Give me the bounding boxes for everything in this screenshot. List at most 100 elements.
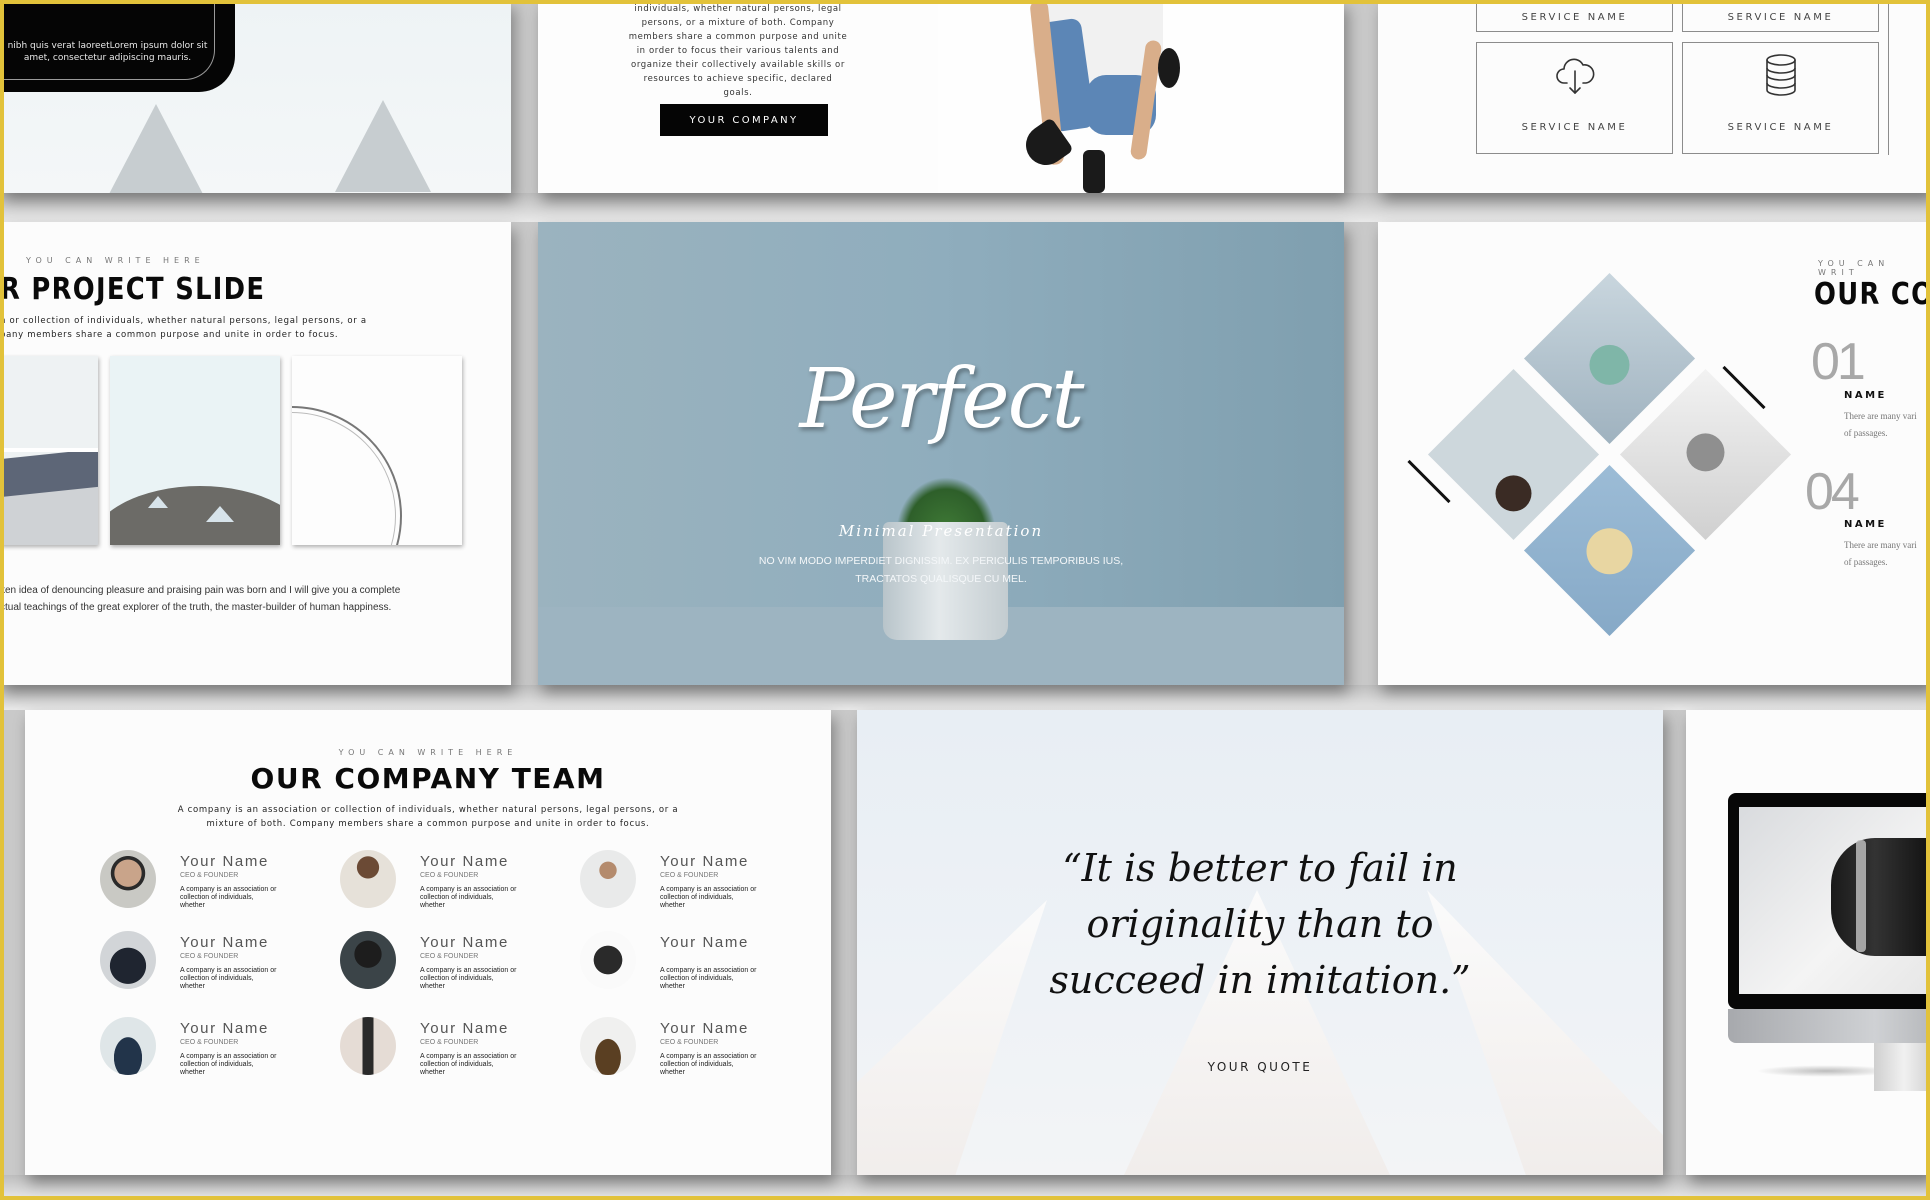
person-photo (938, 0, 1344, 193)
member-role: CEO & FOUNDER (660, 1039, 719, 1046)
entry-desc: of passages. (1844, 557, 1888, 567)
quote-author: YOUR QUOTE (1207, 1060, 1313, 1074)
entry-number: 01 (1811, 333, 1866, 391)
camera-lens-image (1831, 838, 1930, 956)
entry-desc: There are many vari (1844, 411, 1917, 421)
team-member-card[interactable]: Your Name CEO & FOUNDER A company is an … (580, 850, 780, 912)
entry-name: NAME (1844, 390, 1887, 401)
service-card[interactable]: SERVICE NAME (1476, 0, 1673, 32)
project-body-line: ctual teachings of the great explorer of… (0, 602, 392, 613)
avatar (580, 1017, 636, 1075)
member-desc: A company is an association or collectio… (660, 886, 757, 909)
project-image-building (0, 356, 98, 545)
company-title: OUR CO (1814, 277, 1930, 312)
card-text: nibh quis verat laoreetLorem ipsum dolor… (7, 41, 208, 63)
member-name: Your Name (420, 1020, 509, 1037)
background-band (0, 193, 1930, 222)
service-card[interactable]: SERVICE NAME (1476, 42, 1673, 154)
cover-desc-line: TRACTATOS QUALISQUE CU MEL. (855, 573, 1027, 585)
team-member-card[interactable]: Your Name CEO & FOUNDER A company is an … (580, 1017, 780, 1079)
project-image-dome (110, 356, 280, 545)
slide-intro-card[interactable]: nibh quis verat laoreetLorem ipsum dolor… (0, 0, 511, 193)
camera-lens-ring (1856, 840, 1866, 952)
kicker-text: YOU CAN WRITE HERE (338, 748, 518, 757)
avatar (100, 931, 156, 989)
cover-subtitle: Minimal Presentation (838, 522, 1044, 540)
slide-company-members[interactable]: YOU CAN WRIT OUR CO 01 NAME There are ma… (1378, 222, 1930, 685)
slide-services[interactable]: SERVICE NAME SERVICE NAME SERVICE NAME S… (1378, 0, 1930, 193)
member-name: Your Name (180, 934, 269, 951)
service-label: SERVICE NAME (1521, 12, 1628, 23)
team-member-card[interactable]: Your Name CEO & FOUNDER A company is an … (100, 931, 300, 993)
service-card[interactable]: SERVICE NAME (1682, 0, 1879, 32)
project-image-ferris-wheel (292, 356, 462, 545)
quote-line: originality than to (1086, 902, 1434, 946)
member-role: CEO & FOUNDER (180, 953, 239, 960)
member-name: Your Name (180, 1020, 269, 1037)
background-band (0, 685, 1930, 710)
member-role: CEO & FOUNDER (420, 1039, 479, 1046)
kicker-text: YOU CAN WRITE HERE (26, 256, 205, 265)
project-title: R PROJECT SLIDE (0, 272, 266, 307)
project-intro-line: pany members share a common purpose and … (0, 330, 339, 340)
quote-line: succeed in imitation.” (1049, 958, 1471, 1002)
team-intro-line: A company is an association or collectio… (177, 805, 679, 815)
avatar (580, 850, 636, 908)
team-member-card[interactable]: Your Name CEO & FOUNDER A company is an … (100, 850, 300, 912)
member-desc: A company is an association or collectio… (660, 1053, 757, 1076)
member-desc: A company is an association or collectio… (180, 1053, 277, 1076)
slide-team[interactable]: YOU CAN WRITE HERE OUR COMPANY TEAM A co… (25, 710, 831, 1175)
member-name: Your Name (420, 934, 509, 951)
kicker-text: YOU CAN WRIT (1818, 259, 1890, 277)
avatar (580, 931, 636, 989)
team-member-card[interactable]: Your Name CEO & FOUNDER A company is an … (340, 850, 540, 912)
member-role: CEO & FOUNDER (660, 872, 719, 879)
service-card-edge (1888, 0, 1890, 155)
member-name: Your Name (180, 853, 269, 870)
member-name: Your Name (420, 853, 509, 870)
service-label: SERVICE NAME (1727, 122, 1834, 133)
spire-image (335, 100, 431, 192)
service-card[interactable]: SERVICE NAME (1682, 42, 1879, 154)
member-desc: A company is an association or collectio… (420, 886, 517, 909)
slide-project[interactable]: YOU CAN WRITE HERE R PROJECT SLIDE n or … (0, 222, 511, 685)
monitor-chin (1728, 1009, 1930, 1043)
slide-device-mockup[interactable] (1686, 710, 1930, 1175)
entry-number: 04 (1805, 463, 1860, 521)
entry-desc: of passages. (1844, 428, 1888, 438)
member-role: CEO & FOUNDER (180, 1039, 239, 1046)
slide-about[interactable]: individuals, whether natural persons, le… (538, 0, 1344, 193)
your-company-button[interactable]: YOUR COMPANY (660, 104, 828, 136)
project-body-line: ken idea of denouncing pleasure and prai… (0, 585, 401, 596)
slide-cover[interactable]: Perfect Minimal Presentation NO VIM MODO… (538, 222, 1344, 685)
member-desc: A company is an association or collectio… (180, 886, 277, 909)
avatar (340, 931, 396, 989)
service-label: SERVICE NAME (1727, 12, 1834, 23)
project-intro-line: n or collection of individuals, whether … (0, 316, 367, 326)
team-title: OUR COMPANY TEAM (250, 762, 606, 795)
member-desc: A company is an association or collectio… (660, 967, 757, 990)
member-desc: A company is an association or collectio… (180, 967, 277, 990)
cover-desc-line: NO VIM MODO IMPERDIET DIGNISSIM. EX PERI… (758, 555, 1124, 567)
team-member-card[interactable]: Your Name CEO & FOUNDER A company is an … (100, 1017, 300, 1079)
team-member-card[interactable]: Your Name A company is an association or… (580, 931, 780, 993)
member-role: CEO & FOUNDER (180, 872, 239, 879)
team-member-card[interactable]: Your Name CEO & FOUNDER A company is an … (340, 931, 540, 993)
member-desc: A company is an association or collectio… (420, 1053, 517, 1076)
quote-line: “It is better to fail in (1062, 846, 1458, 890)
team-member-card[interactable]: Your Name CEO & FOUNDER A company is an … (340, 1017, 540, 1079)
member-name: Your Name (660, 1020, 749, 1037)
member-role: CEO & FOUNDER (420, 872, 479, 879)
member-name: Your Name (660, 934, 749, 951)
team-intro-line: mixture of both. Company members share a… (206, 819, 650, 829)
background-band (0, 1175, 1930, 1200)
monitor-stand (1874, 1043, 1930, 1091)
spire-image (108, 104, 204, 193)
cloud-download-icon (1555, 53, 1595, 102)
member-name: Your Name (660, 853, 749, 870)
member-desc: A company is an association or collectio… (420, 967, 517, 990)
slide-quote[interactable]: “It is better to fail in originality tha… (857, 710, 1663, 1175)
service-label: SERVICE NAME (1521, 122, 1628, 133)
about-paragraph: individuals, whether natural persons, le… (628, 4, 848, 98)
avatar (100, 850, 156, 908)
